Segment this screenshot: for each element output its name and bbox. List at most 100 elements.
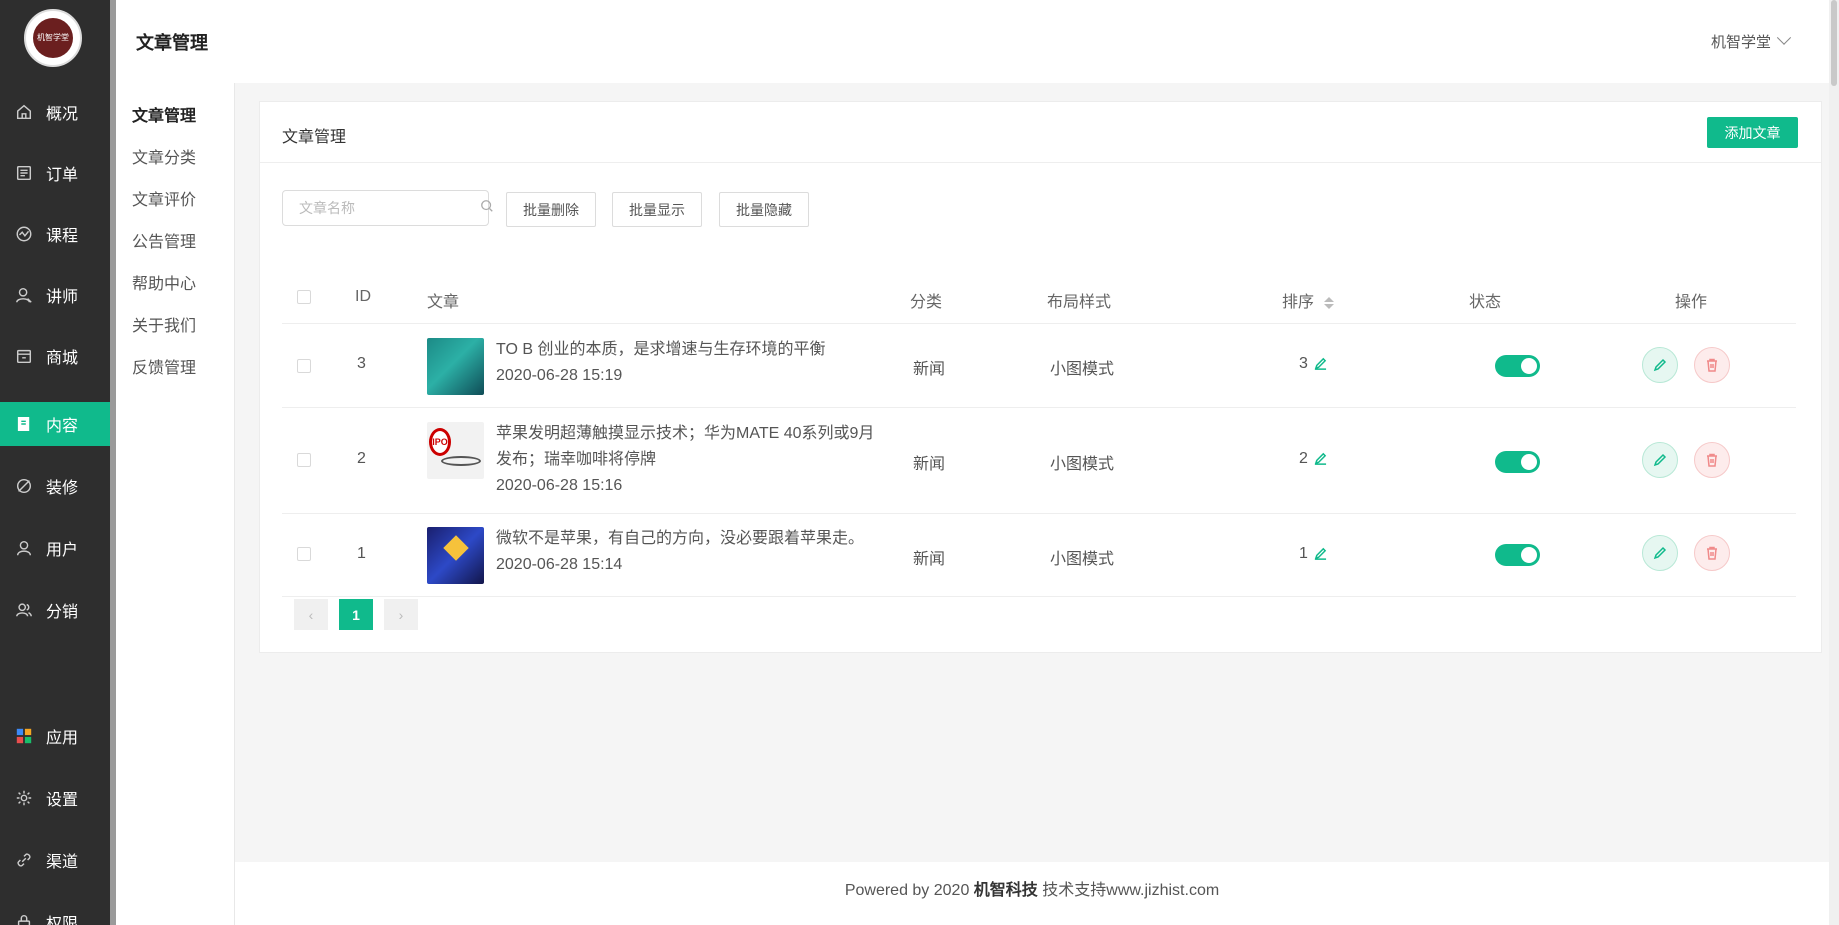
submenu-feedback[interactable]: 反馈管理 (132, 354, 196, 378)
sidebar-item-orders[interactable]: 订单 (0, 151, 110, 195)
article-thumbnail: IPO (427, 422, 484, 479)
row-sort[interactable]: 3 (1299, 355, 1327, 373)
submenu-about[interactable]: 关于我们 (132, 312, 196, 336)
status-toggle[interactable] (1495, 355, 1540, 377)
col-category: 分类 (910, 294, 943, 311)
article-thumbnail (427, 338, 484, 395)
logo[interactable]: 机智学堂 (24, 9, 82, 67)
edit-button[interactable] (1642, 535, 1678, 571)
sidebar-item-decorate[interactable]: 装修 (0, 464, 110, 508)
col-layout: 布局样式 (1047, 294, 1112, 311)
row-checkbox[interactable] (297, 359, 311, 373)
trash-icon (1707, 546, 1717, 560)
article-thumbnail (427, 527, 484, 584)
sidebar-item-courses[interactable]: 课程 (0, 212, 110, 256)
page-scrollbar[interactable] (1829, 0, 1839, 925)
user-name: 机智学堂 (1710, 34, 1771, 51)
article-title: 微软不是苹果，有自己的方向，没必要跟着苹果走。 (496, 530, 865, 547)
user-icon (14, 538, 34, 558)
sidebar-item-overview[interactable]: 概况 (0, 90, 110, 134)
sidebar-item-users[interactable]: 用户 (0, 526, 110, 570)
batch-show-button[interactable]: 批量显示 (612, 192, 702, 227)
row-checkbox[interactable] (297, 453, 311, 467)
status-toggle[interactable] (1495, 451, 1540, 473)
logo-text: 机智学堂 (33, 18, 73, 58)
article-info[interactable]: TO B 创业的本质，是求增速与生存环境的平衡 2020-06-28 15:19 (496, 337, 886, 389)
table-row: 3 TO B 创业的本质，是求增速与生存环境的平衡 2020-06-28 15:… (282, 324, 1796, 408)
sidebar-item-label: 概况 (46, 106, 79, 123)
delete-button[interactable] (1694, 535, 1730, 571)
pagination-prev-button[interactable]: ‹ (294, 599, 328, 630)
search-icon[interactable] (480, 199, 494, 218)
batch-delete-button[interactable]: 批量删除 (506, 192, 596, 227)
sidebar-item-label: 权限 (46, 916, 79, 925)
pencil-icon[interactable] (1308, 355, 1327, 372)
distribution-icon (14, 600, 34, 620)
card-title: 文章管理 (282, 129, 347, 146)
scrollbar-thumb[interactable] (1831, 0, 1837, 86)
table-header: ID 文章 分类 布局样式 排序 状态 操作 (282, 270, 1796, 324)
content-submenu: 文章管理 文章分类 文章评价 公告管理 帮助中心 关于我们 反馈管理 (116, 83, 235, 925)
sidebar-item-label: 用户 (46, 542, 79, 559)
sidebar-item-channel[interactable]: 渠道 (0, 838, 110, 882)
row-id: 2 (357, 450, 366, 467)
sidebar-item-label: 应用 (46, 730, 79, 747)
submenu-help[interactable]: 帮助中心 (132, 270, 196, 294)
edit-button[interactable] (1642, 347, 1678, 383)
pagination-next-button[interactable]: › (384, 599, 418, 630)
status-toggle[interactable] (1495, 544, 1540, 566)
delete-button[interactable] (1694, 347, 1730, 383)
article-title: 苹果发明超薄触摸显示技术；华为MATE 40系列或9月发布；瑞幸咖啡将停牌 (496, 425, 875, 468)
sidebar-item-shop[interactable]: 商城 (0, 334, 110, 378)
row-checkbox[interactable] (297, 547, 311, 561)
sort-icon[interactable] (1324, 296, 1335, 309)
sidebar-item-label: 内容 (46, 418, 79, 435)
chip-decoration (443, 535, 469, 561)
select-all-checkbox[interactable] (297, 290, 311, 304)
row-sort[interactable]: 2 (1299, 450, 1327, 468)
course-icon (14, 224, 34, 244)
article-info[interactable]: 微软不是苹果，有自己的方向，没必要跟着苹果走。 2020-06-28 15:14 (496, 526, 886, 578)
article-info[interactable]: 苹果发明超薄触摸显示技术；华为MATE 40系列或9月发布；瑞幸咖啡将停牌 20… (496, 421, 886, 499)
sidebar-item-content[interactable]: 内容 (0, 402, 110, 446)
pagination-page-1[interactable]: 1 (339, 599, 373, 630)
sidebar-item-apps[interactable]: 应用 (0, 714, 110, 758)
submenu-notice[interactable]: 公告管理 (132, 228, 196, 252)
delete-button[interactable] (1694, 442, 1730, 478)
article-date: 2020-06-28 15:14 (496, 556, 623, 573)
top-header: 文章管理 机智学堂 (116, 0, 1829, 83)
article-date: 2020-06-28 15:16 (496, 477, 623, 494)
pencil-icon[interactable] (1308, 450, 1327, 467)
search-input[interactable] (299, 200, 480, 216)
submenu-article-category[interactable]: 文章分类 (132, 144, 196, 168)
main-sidebar: 机智学堂 概况 订单 课程 讲师 商城 内容 装修 用户 分销 应用 设置 渠道… (0, 0, 110, 925)
decorate-icon (14, 476, 34, 496)
submenu-article-review[interactable]: 文章评价 (132, 186, 196, 210)
search-box[interactable] (282, 190, 493, 226)
row-layout: 小图模式 (1050, 551, 1115, 568)
submenu-article-manage[interactable]: 文章管理 (132, 102, 196, 126)
trash-icon (1707, 358, 1717, 372)
row-id: 1 (357, 545, 366, 562)
edit-button[interactable] (1642, 442, 1678, 478)
row-sort-value: 2 (1299, 450, 1308, 467)
sidebar-item-settings[interactable]: 设置 (0, 776, 110, 820)
sidebar-item-teachers[interactable]: 讲师 (0, 273, 110, 317)
batch-hide-button[interactable]: 批量隐藏 (719, 192, 809, 227)
user-menu[interactable]: 机智学堂 (1710, 30, 1792, 52)
trash-icon (1707, 453, 1717, 467)
row-sort[interactable]: 1 (1299, 545, 1327, 563)
add-article-button[interactable]: 添加文章 (1707, 117, 1798, 148)
sidebar-item-distribution[interactable]: 分销 (0, 588, 110, 632)
edit-icon (1653, 453, 1667, 467)
sidebar-item-label: 渠道 (46, 854, 79, 871)
sidebar-item-label: 分销 (46, 604, 79, 621)
article-title: TO B 创业的本质，是求增速与生存环境的平衡 (496, 341, 826, 358)
sidebar-item-label: 订单 (46, 167, 79, 184)
home-icon (14, 102, 34, 122)
pencil-icon[interactable] (1308, 545, 1327, 562)
sidebar-item-permission[interactable]: 权限 (0, 900, 110, 925)
col-sort[interactable]: 排序 (1282, 288, 1335, 312)
page-footer: Powered by 2020 机智科技 技术支持www.jizhist.com (235, 862, 1829, 925)
row-layout: 小图模式 (1050, 361, 1115, 378)
